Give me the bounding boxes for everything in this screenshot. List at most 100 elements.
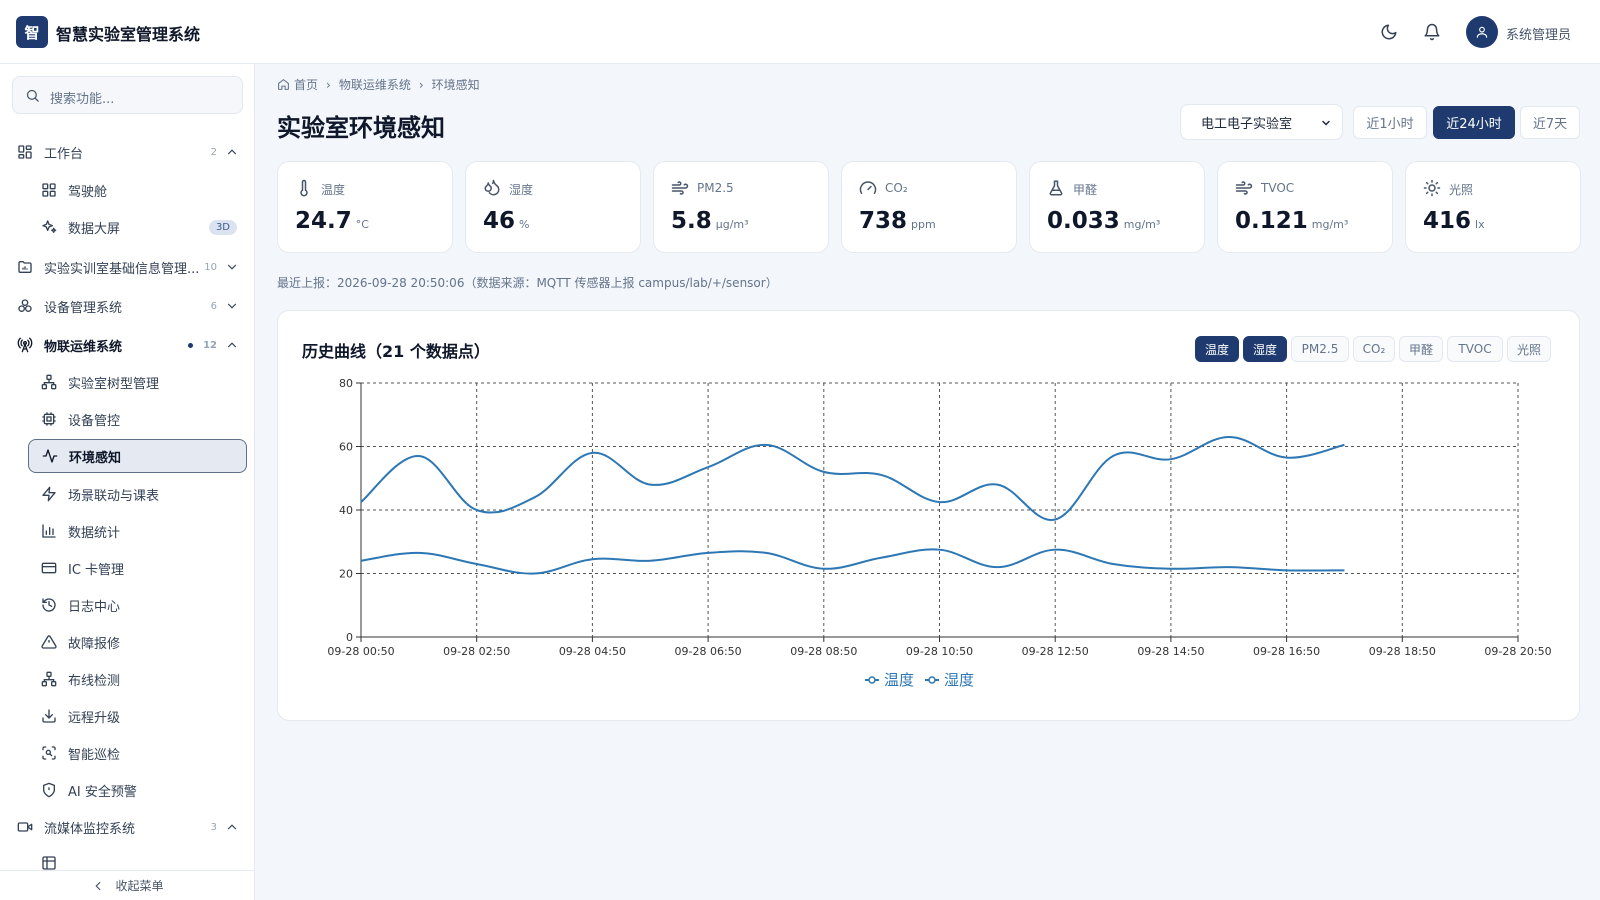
group-count: 6 xyxy=(210,300,217,312)
radio-tower-icon xyxy=(16,336,34,354)
history-icon xyxy=(40,596,58,614)
x-tick-label: 09-28 10:50 xyxy=(906,645,973,658)
active-dot xyxy=(188,342,194,348)
moon-icon[interactable] xyxy=(1377,20,1401,44)
video-icon xyxy=(16,818,34,836)
group-count: 2 xyxy=(210,146,217,158)
x-tick-label: 09-28 00:50 xyxy=(327,645,394,658)
sidebar-item-fault-report[interactable]: 故障报修 xyxy=(28,625,247,659)
metric-unit: μg/m³ xyxy=(715,218,749,231)
group-count: 3 xyxy=(210,821,217,833)
x-tick-label: 09-28 02:50 xyxy=(443,645,510,658)
metric-label: 光照 xyxy=(1449,183,1474,197)
sidebar-item-wiring-check[interactable]: 布线检测 xyxy=(28,662,247,696)
breadcrumb-separator: › xyxy=(418,77,424,92)
zap-icon xyxy=(40,485,58,503)
metric-card-pm25: PM2.5 5.8 μg/m³ xyxy=(653,161,829,253)
sidebar-group-lab-info[interactable]: 实验实训室基础信息管理... 10 xyxy=(12,250,243,284)
x-tick-label: 09-28 14:50 xyxy=(1137,645,1204,658)
network-icon xyxy=(40,670,58,688)
metric-label: 温度 xyxy=(321,183,346,197)
sidebar-item-label: 环境感知 xyxy=(69,450,122,466)
layout-icon xyxy=(40,181,58,199)
sidebar-item-ai-warning[interactable]: AI 安全预警 xyxy=(28,773,247,807)
sidebar-item-lab-tree[interactable]: 实验室树型管理 xyxy=(28,365,247,399)
avatar[interactable] xyxy=(1466,16,1498,48)
collapse-menu-button[interactable]: 收起菜单 xyxy=(0,870,254,900)
range-7d-button[interactable]: 近7天 xyxy=(1520,106,1580,139)
series-line-humidity xyxy=(360,435,1345,521)
wind-icon xyxy=(671,181,689,195)
sidebar-group-workbench[interactable]: 工作台 2 xyxy=(12,135,243,169)
sidebar: 搜索功能... 工作台 2 驾驶舱 数据大屏 3D 实验实训室基础信息管理...… xyxy=(0,64,255,900)
sidebar-item-label: 驾驶舱 xyxy=(68,184,108,200)
metric-unit: lx xyxy=(1475,218,1485,231)
x-tick-label: 09-28 04:50 xyxy=(559,645,626,658)
activity-icon xyxy=(41,447,59,465)
sidebar-item-device-control[interactable]: 设备管控 xyxy=(28,402,247,436)
group-count: 12 xyxy=(203,339,217,351)
series-line-temperature xyxy=(360,548,1345,575)
sidebar-group-label: 流媒体监控系统 xyxy=(44,821,136,837)
app-logo[interactable]: 智 xyxy=(16,16,48,48)
chevron-down-icon xyxy=(227,264,237,270)
legend-temperature[interactable]: 温度 xyxy=(864,669,914,690)
sidebar-item-cockpit[interactable]: 驾驶舱 xyxy=(28,173,247,207)
sidebar-group-device-mgmt[interactable]: 设备管理系统 6 xyxy=(12,289,243,323)
user-name[interactable]: 系统管理员 xyxy=(1506,24,1571,43)
sun-icon xyxy=(1423,179,1441,197)
history-line-chart: 0 20 40 60 80 09-28 00:50 09-28 02:50 09-28 04:… xyxy=(327,377,1551,658)
legend-label: 湿度 xyxy=(944,671,975,689)
metric-label: 湿度 xyxy=(509,183,534,197)
sidebar-group-label: 实验实训室基础信息管理... xyxy=(44,261,200,277)
sidebar-item-smart-inspection[interactable]: 智能巡检 xyxy=(28,736,247,770)
breadcrumb-current: 环境感知 xyxy=(431,78,480,92)
sidebar-item-label: 场景联动与课表 xyxy=(68,488,160,504)
folder-chart-icon xyxy=(16,258,34,276)
x-tick-label: 09-28 08:50 xyxy=(790,645,857,658)
search-icon xyxy=(26,89,39,102)
sidebar-item-env-sensing[interactable]: 环境感知 xyxy=(28,439,247,473)
collapse-menu-label: 收起菜单 xyxy=(115,879,164,893)
sidebar-item-statistics[interactable]: 数据统计 xyxy=(28,514,247,548)
chevron-down-icon xyxy=(227,303,237,309)
range-1h-button[interactable]: 近1小时 xyxy=(1353,106,1427,139)
grid-icon xyxy=(16,143,34,161)
sidebar-group-streaming[interactable]: 流媒体监控系统 3 xyxy=(12,810,243,844)
legend-humidity[interactable]: 湿度 xyxy=(924,669,974,690)
app-title[interactable]: 智慧实验室管理系统 xyxy=(56,21,200,45)
sidebar-item-data-screen[interactable]: 数据大屏 3D xyxy=(28,210,247,244)
metric-label: 甲醛 xyxy=(1073,183,1098,197)
metric-value: 46 xyxy=(483,208,516,234)
metric-unit: ppm xyxy=(911,218,936,231)
range-24h-button[interactable]: 近24小时 xyxy=(1433,106,1515,139)
sidebar-item-log-center[interactable]: 日志中心 xyxy=(28,588,247,622)
lab-select[interactable]: 电工电子实验室 xyxy=(1180,104,1343,140)
legend-line-marker-icon xyxy=(925,675,939,684)
sidebar-item-scene-linkage[interactable]: 场景联动与课表 xyxy=(28,477,247,511)
bell-icon[interactable] xyxy=(1420,20,1444,44)
metric-value: 0.121 xyxy=(1235,208,1308,234)
chevron-up-icon xyxy=(227,342,237,348)
breadcrumb-home[interactable]: 首页 xyxy=(294,76,318,93)
metric-value: 416 xyxy=(1423,208,1472,234)
metric-card-co2: CO₂ 738 ppm xyxy=(841,161,1017,253)
metric-card-tvoc: TVOC 0.121 mg/m³ xyxy=(1217,161,1393,253)
metric-card-formaldehyde: 甲醛 0.033 mg/m³ xyxy=(1029,161,1205,253)
breadcrumb-level1[interactable]: 物联运维系统 xyxy=(339,76,411,93)
top-header: 智 智慧实验室管理系统 系统管理员 xyxy=(0,0,1600,64)
network-icon xyxy=(40,373,58,391)
metric-value: 24.7 xyxy=(295,208,352,234)
search-input[interactable]: 搜索功能... xyxy=(12,76,243,114)
sidebar-item-ic-card[interactable]: IC 卡管理 xyxy=(28,551,247,585)
sidebar-group-iot-ops[interactable]: 物联运维系统 12 xyxy=(12,328,243,362)
gauge-icon xyxy=(859,181,877,194)
sidebar-item-remote-upgrade[interactable]: 远程升级 xyxy=(28,699,247,733)
x-tick-label: 09-28 06:50 xyxy=(675,645,742,658)
bar-chart-icon xyxy=(40,522,58,540)
chevron-up-icon xyxy=(227,824,237,830)
legend-label: 温度 xyxy=(884,671,915,689)
home-icon xyxy=(278,79,289,90)
sidebar-item-label: 实验室树型管理 xyxy=(68,376,160,392)
x-tick-label: 09-28 18:50 xyxy=(1369,645,1436,658)
